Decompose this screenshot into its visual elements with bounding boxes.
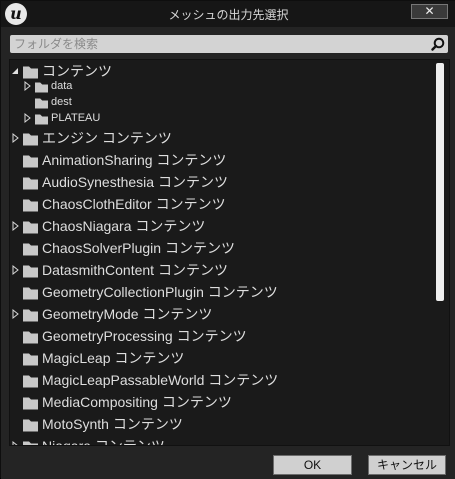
title-bar[interactable]: u メッシュの出力先選択 ✕	[1, 1, 455, 27]
folder-icon	[23, 66, 38, 79]
scrollbar-thumb[interactable]	[436, 63, 444, 301]
tree-item-label: Niagara コンテンツ	[42, 438, 165, 446]
tree-item[interactable]: PLATEAU	[10, 110, 430, 126]
collapsed-arrow-icon[interactable]	[11, 435, 21, 446]
folder-icon	[23, 243, 38, 256]
tree-item-label: DatasmithContent コンテンツ	[42, 262, 228, 278]
tree-item[interactable]: エンジン コンテンツ	[10, 127, 430, 149]
tree-item-label: コンテンツ	[42, 63, 112, 79]
folder-icon	[23, 199, 38, 212]
tree-item[interactable]: AnimationSharing コンテンツ	[10, 149, 430, 171]
dialog-window: u メッシュの出力先選択 ✕ Niagara コンテンツ MotoSynth コン…	[0, 0, 455, 479]
folder-icon	[35, 114, 48, 125]
close-button[interactable]: ✕	[411, 4, 448, 19]
tree-item[interactable]: MagicLeapPassableWorld コンテンツ	[10, 369, 430, 391]
tree-item[interactable]: MediaCompositing コンテンツ	[10, 391, 430, 413]
tree-item-label: GeometryMode コンテンツ	[42, 306, 213, 322]
tree-item[interactable]: Niagara コンテンツ	[10, 435, 430, 446]
tree-item[interactable]: ChaosSolverPlugin コンテンツ	[10, 237, 430, 259]
folder-icon	[23, 419, 38, 432]
folder-icon	[23, 287, 38, 300]
tree-item[interactable]: dest	[10, 94, 430, 110]
tree-item-label: AudioSynesthesia コンテンツ	[42, 174, 228, 190]
tree-item-label: ChaosClothEditor コンテンツ	[42, 196, 226, 212]
tree-item-label: MediaCompositing コンテンツ	[42, 394, 232, 410]
window-title: メッシュの出力先選択	[168, 8, 289, 22]
collapsed-arrow-icon[interactable]	[11, 303, 21, 325]
folder-icon	[23, 265, 38, 278]
folder-icon	[23, 133, 38, 146]
folder-icon	[23, 155, 38, 168]
folder-icon	[23, 221, 38, 234]
folder-icon	[23, 375, 38, 388]
tree-item[interactable]: ChaosClothEditor コンテンツ	[10, 193, 430, 215]
tree-item[interactable]: GeometryMode コンテンツ	[10, 303, 430, 325]
tree-item-label: MagicLeap コンテンツ	[42, 350, 185, 366]
cancel-button[interactable]: キャンセル	[368, 455, 446, 475]
tree-item-label: エンジン コンテンツ	[42, 130, 172, 146]
collapsed-arrow-icon[interactable]	[11, 127, 21, 149]
tree-item-label: MotoSynth コンテンツ	[42, 416, 183, 432]
tree-item[interactable]: GeometryProcessing コンテンツ	[10, 325, 430, 347]
tree-item-label: MagicLeapPassableWorld コンテンツ	[42, 372, 279, 388]
tree-item[interactable]: MotoSynth コンテンツ	[10, 413, 430, 435]
tree-item-label: PLATEAU	[51, 112, 101, 124]
tree-item-label: GeometryProcessing コンテンツ	[42, 328, 247, 344]
tree-item[interactable]: ChaosNiagara コンテンツ	[10, 215, 430, 237]
expanded-arrow-icon[interactable]	[11, 60, 21, 82]
folder-icon	[23, 441, 38, 445]
folder-icon	[23, 177, 38, 190]
ok-button[interactable]: OK	[273, 455, 352, 475]
collapsed-arrow-icon[interactable]	[11, 215, 21, 237]
close-icon: ✕	[424, 4, 435, 18]
folder-icon	[23, 353, 38, 366]
tree-item[interactable]: DatasmithContent コンテンツ	[10, 259, 430, 281]
tree-item-label: AnimationSharing コンテンツ	[42, 152, 227, 168]
folder-icon	[23, 309, 38, 322]
tree-item[interactable]: MagicLeap コンテンツ	[10, 347, 430, 369]
search-input[interactable]	[14, 35, 424, 53]
folder-icon	[35, 98, 48, 109]
folder-icon	[23, 331, 38, 344]
tree-item-label: ChaosSolverPlugin コンテンツ	[42, 240, 235, 256]
tree-item-label: dest	[51, 96, 72, 108]
tree-item-label: ChaosNiagara コンテンツ	[42, 218, 206, 234]
dialog-content: Niagara コンテンツ MotoSynth コンテンツ MediaComposi…	[1, 27, 455, 479]
search-box[interactable]	[10, 35, 448, 53]
tree-item[interactable]: GeometryCollectionPlugin コンテンツ	[10, 281, 430, 303]
folder-icon	[23, 397, 38, 410]
folder-tree[interactable]: Niagara コンテンツ MotoSynth コンテンツ MediaComposi…	[9, 59, 450, 446]
collapsed-arrow-icon[interactable]	[23, 110, 33, 126]
tree-item-label: GeometryCollectionPlugin コンテンツ	[42, 284, 278, 300]
tree-item[interactable]: コンテンツ	[10, 60, 430, 82]
collapsed-arrow-icon[interactable]	[11, 259, 21, 281]
tree-item[interactable]: AudioSynesthesia コンテンツ	[10, 171, 430, 193]
search-icon[interactable]	[431, 37, 445, 51]
